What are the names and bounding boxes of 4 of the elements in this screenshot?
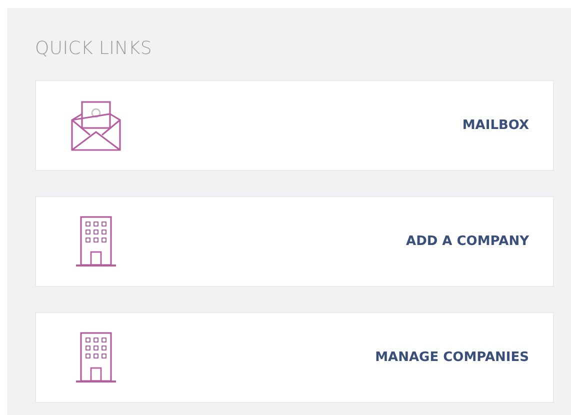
- section-title: QUICK LINKS: [35, 38, 153, 59]
- quick-link-card[interactable]: MAILBOX: [35, 80, 554, 171]
- quick-link-card[interactable]: MANAGE COMPANIES: [35, 312, 554, 403]
- quick-link-card[interactable]: ADD A COMPANY: [35, 196, 554, 287]
